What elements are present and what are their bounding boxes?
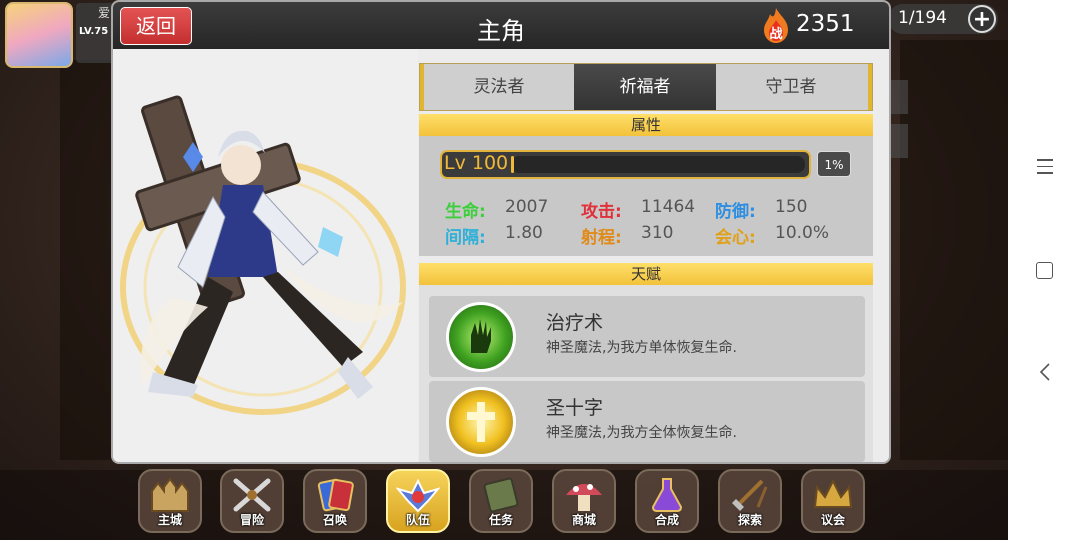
- menu-icon[interactable]: [1037, 159, 1053, 175]
- exp-fill: [511, 156, 514, 173]
- holy-cross-icon: [446, 387, 516, 457]
- hero-panel: 返回 主角 战 2351 灵法者 祈福者 守卫者 属性 Lv 100 1% 生命…: [113, 2, 889, 462]
- hero-portrait[interactable]: [113, 87, 423, 417]
- nav-explore[interactable]: 探索: [718, 469, 782, 533]
- exp-track: [511, 156, 805, 173]
- stat-range-value: 310: [641, 223, 674, 243]
- talents-header: 天赋: [419, 263, 873, 285]
- nav-label: 任务: [488, 513, 513, 527]
- stat-hp-value: 2007: [505, 197, 549, 217]
- stat-crit-value: 10.0%: [775, 223, 830, 243]
- crossed-swords-icon: [233, 478, 271, 512]
- potion-flask-icon: [651, 478, 683, 512]
- nav-label: 探索: [737, 513, 762, 527]
- stat-defense-label: 防御:: [715, 202, 756, 222]
- nav-label: 冒险: [239, 513, 264, 527]
- talent-item-heal[interactable]: 治疗术 神圣魔法,为我方单体恢复生命.: [429, 296, 865, 377]
- talent-item-holy-cross[interactable]: 圣十字 神圣魔法,为我方全体恢复生命.: [429, 381, 865, 462]
- summon-cards-icon: [317, 478, 354, 512]
- talent-name: 治疗术: [546, 312, 604, 334]
- stat-interval-label: 间隔:: [445, 228, 486, 248]
- back-chevron-icon[interactable]: [1037, 362, 1057, 382]
- stat-crit-label: 会心:: [715, 228, 756, 248]
- class-tabs: 灵法者 祈福者 守卫者: [419, 63, 873, 111]
- nav-label: 合成: [654, 513, 679, 527]
- stat-interval-value: 1.80: [505, 223, 543, 243]
- nav-council[interactable]: 议会: [801, 469, 865, 533]
- nav-main-city[interactable]: 主城: [138, 469, 202, 533]
- talent-desc: 神圣魔法,为我方全体恢复生命.: [546, 425, 737, 441]
- plus-icon[interactable]: +: [968, 5, 996, 33]
- nav-shop[interactable]: 商城: [552, 469, 616, 533]
- stat-hp-label: 生命:: [445, 202, 486, 222]
- healing-hand-icon: [446, 302, 516, 372]
- hero-counter: 1/194: [898, 8, 947, 28]
- nav-label: 主城: [157, 513, 182, 527]
- explore-shovel-icon: [732, 479, 768, 511]
- council-crown-icon: [813, 478, 853, 508]
- stat-range-label: 射程:: [581, 228, 622, 248]
- attributes-header: 属性: [419, 114, 873, 136]
- side-arrow-down[interactable]: [888, 124, 908, 158]
- nav-label: 议会: [820, 513, 845, 527]
- nav-craft[interactable]: 合成: [635, 469, 699, 533]
- nav-label: 商城: [571, 513, 596, 527]
- nav-quest[interactable]: 任务: [469, 469, 533, 533]
- castle-icon: [151, 477, 189, 512]
- team-emblem-icon: [396, 478, 440, 513]
- level-label: Lv 100: [444, 152, 509, 174]
- home-square-icon[interactable]: [1036, 262, 1053, 279]
- exp-percent: 1%: [817, 151, 851, 177]
- stat-attack-value: 11464: [641, 197, 696, 217]
- player-name: 爱: [98, 6, 111, 20]
- talent-name: 圣十字: [546, 397, 604, 419]
- mushroom-shop-icon: [566, 484, 602, 511]
- tab-guardian[interactable]: 守卫者: [716, 64, 866, 110]
- nav-label: 队伍: [405, 513, 430, 527]
- side-arrow-up[interactable]: [888, 80, 908, 114]
- nav-label: 召唤: [322, 513, 347, 527]
- flame-power-icon: 战: [764, 8, 788, 43]
- talent-desc: 神圣魔法,为我方单体恢复生命.: [546, 340, 737, 356]
- nav-adventure[interactable]: 冒险: [220, 469, 284, 533]
- tab-spellcaster[interactable]: 灵法者: [424, 64, 574, 110]
- stat-attack-label: 攻击:: [581, 202, 622, 222]
- stat-defense-value: 150: [775, 197, 808, 217]
- quest-book-icon: [483, 477, 519, 513]
- player-avatar[interactable]: [5, 2, 73, 68]
- player-level: LV.75: [79, 26, 109, 37]
- tab-blesser[interactable]: 祈福者: [574, 64, 716, 110]
- nav-summon[interactable]: 召唤: [303, 469, 367, 533]
- power-icon-char: 战: [769, 26, 782, 42]
- combat-power: 2351: [796, 11, 855, 37]
- nav-team[interactable]: 队伍: [386, 469, 450, 533]
